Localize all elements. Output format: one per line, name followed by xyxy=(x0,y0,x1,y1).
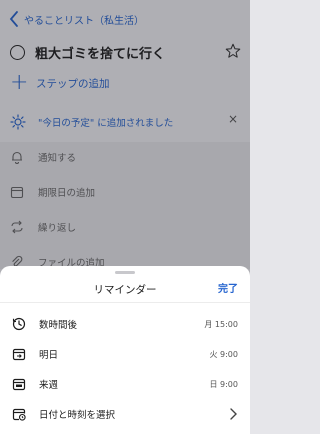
chevron-right-icon xyxy=(230,408,237,420)
calendar-week-icon xyxy=(12,378,26,391)
reminder-sheet: リマインダー 完了 数時間後 月 15:00 明日 火 9:00 来週 日 9:… xyxy=(0,266,250,434)
reminder-next-week[interactable]: 来週 日 9:00 xyxy=(0,370,250,398)
calendar-arrow-icon xyxy=(12,348,26,361)
reminder-later-today[interactable]: 数時間後 月 15:00 xyxy=(0,310,250,338)
reminder-tomorrow[interactable]: 明日 火 9:00 xyxy=(0,340,250,368)
reminder-later-today-value: 月 15:00 xyxy=(204,319,238,329)
done-button[interactable]: 完了 xyxy=(218,280,238,300)
reminder-pick-date-time[interactable]: 日付と時刻を選択 xyxy=(0,400,250,428)
sheet-title: リマインダー xyxy=(93,284,157,296)
reminder-tomorrow-label: 明日 xyxy=(39,350,59,361)
reminder-next-week-label: 来週 xyxy=(39,380,59,391)
clock-icon xyxy=(12,317,26,331)
sheet-header: リマインダー 完了 xyxy=(0,280,250,300)
sheet-grabber[interactable] xyxy=(115,271,135,274)
reminder-later-today-label: 数時間後 xyxy=(39,320,78,331)
reminder-tomorrow-value: 火 9:00 xyxy=(209,349,238,359)
calendar-clock-icon xyxy=(12,408,26,421)
reminder-pick-date-time-label: 日付と時刻を選択 xyxy=(39,410,116,421)
divider xyxy=(0,302,250,303)
reminder-next-week-value: 日 9:00 xyxy=(209,379,238,389)
